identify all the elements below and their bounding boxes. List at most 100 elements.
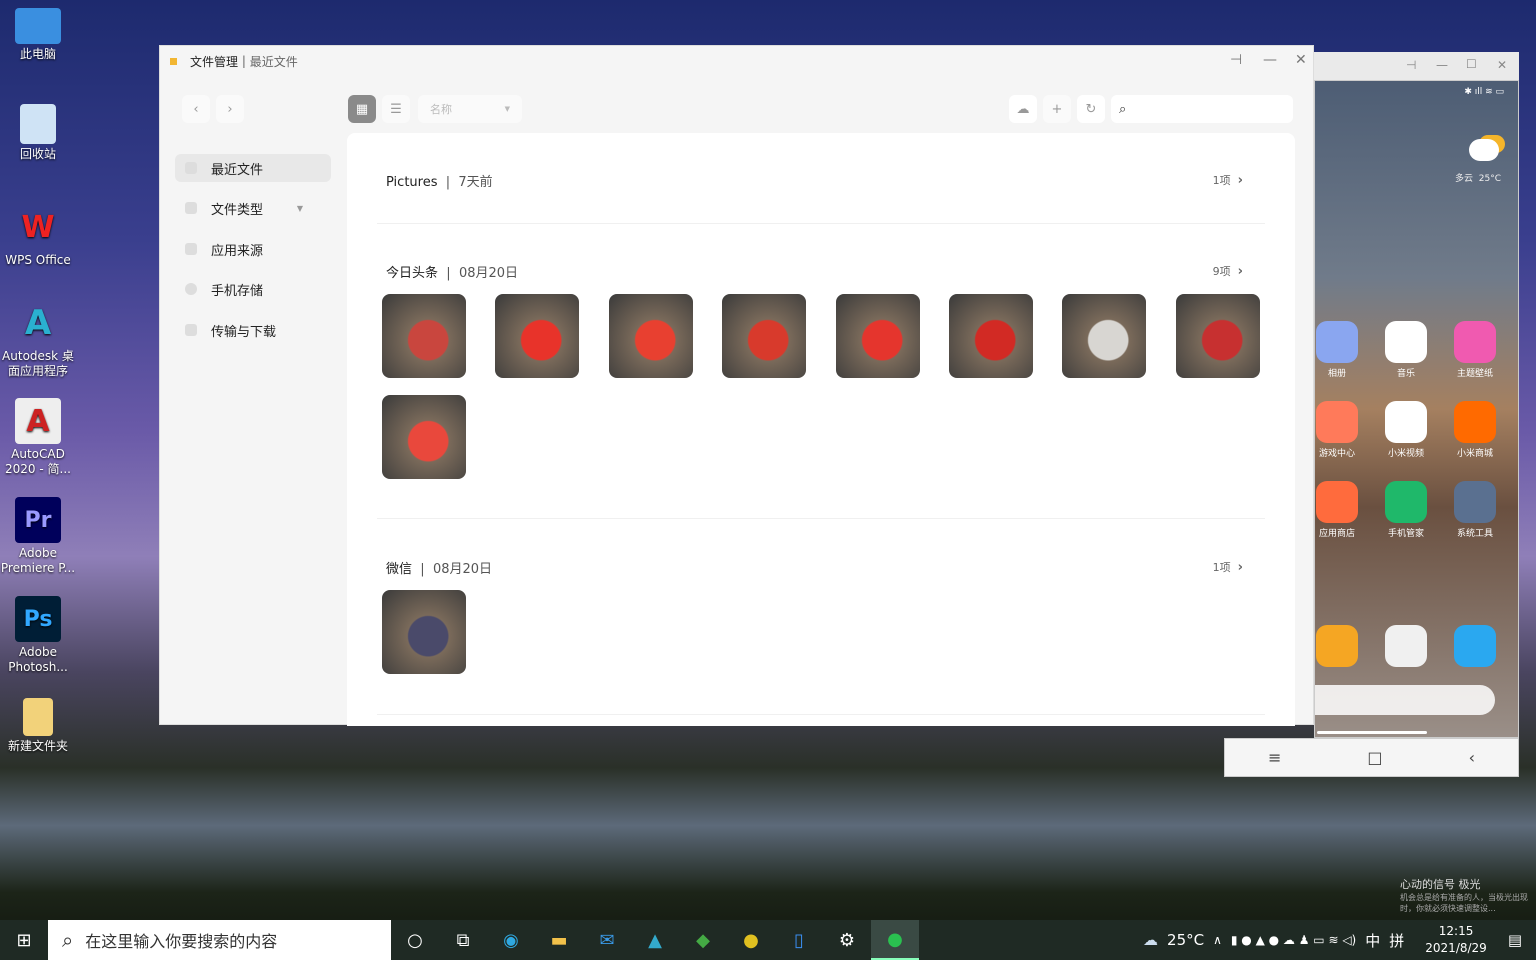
section-header: Pictures | 7天前: [386, 175, 493, 190]
cortana-button[interactable]: ○: [391, 920, 439, 960]
desktop-icon-autodesk[interactable]: A Autodesk 桌面应用程序: [0, 300, 76, 379]
start-button[interactable]: ⊞: [0, 920, 48, 960]
image-thumbnail[interactable]: [949, 294, 1033, 378]
autocad-icon: A: [15, 398, 61, 444]
home-button[interactable]: □: [1367, 748, 1382, 767]
phone-app[interactable]: 游戏中心: [1307, 401, 1367, 459]
desktop-icon-premiere[interactable]: Pr Adobe Premiere P...: [0, 497, 76, 576]
dock-app-icon[interactable]: [1454, 625, 1496, 667]
phone-app[interactable]: 小米商城: [1445, 401, 1505, 459]
desktop-icon-autocad[interactable]: A AutoCAD 2020 - 简...: [0, 398, 76, 477]
back-button[interactable]: ‹: [1469, 748, 1475, 767]
sidebar-item-transfer[interactable]: 传输与下载: [175, 316, 331, 344]
grid-view-button[interactable]: ▦: [348, 95, 376, 123]
sidebar-item-file-types[interactable]: 文件类型 ▼: [175, 194, 331, 222]
home-indicator: [1317, 731, 1427, 734]
image-thumbnail[interactable]: [382, 395, 466, 479]
search-input[interactable]: ⌕: [1111, 95, 1293, 123]
download-icon: [185, 324, 197, 336]
forward-button[interactable]: ›: [216, 95, 244, 123]
wechat-icon[interactable]: ●: [871, 920, 919, 960]
app-icon: [1454, 321, 1496, 363]
wps-icon: W: [21, 209, 55, 245]
folder-icon: [23, 698, 53, 736]
pin-button[interactable]: ⊣: [1230, 52, 1242, 68]
image-thumbnail[interactable]: [495, 294, 580, 378]
phone-nav-bar: ≡ □ ‹: [1224, 738, 1519, 777]
clock-icon: [185, 162, 197, 174]
phone-app[interactable]: 小米视频: [1376, 401, 1436, 459]
notification-center-icon[interactable]: ▤: [1508, 931, 1522, 949]
phone-screen: ✱ ıll ≋ ▭ 多云 25°C 相册 音乐 主题壁纸 游戏中心 小米视频 小米商城 应用…: [1314, 80, 1519, 738]
file-explorer-icon[interactable]: ▬: [535, 920, 583, 960]
desktop-icon-new-folder[interactable]: 新建文件夹: [0, 698, 76, 754]
app-icon: [1316, 401, 1358, 443]
image-thumbnail[interactable]: [1175, 294, 1260, 378]
app-icon: [1454, 481, 1496, 523]
close-button[interactable]: ✕: [1295, 52, 1307, 68]
phone-app[interactable]: 系统工具: [1445, 481, 1505, 539]
section-count-link[interactable]: 1项 ›: [1213, 559, 1243, 575]
pin-button[interactable]: ⊣: [1406, 58, 1416, 72]
app-icon: [1454, 401, 1496, 443]
image-thumbnail[interactable]: [382, 590, 466, 674]
phone-search-bar[interactable]: [1315, 685, 1495, 715]
desktop-icon-recycle-bin[interactable]: 回收站: [0, 104, 76, 162]
section-count-link[interactable]: 9项 ›: [1213, 263, 1243, 279]
photoshop-icon: Ps: [15, 596, 61, 642]
phone-app[interactable]: 相册: [1307, 321, 1367, 379]
task-view-button[interactable]: ⧉: [439, 920, 487, 960]
add-button[interactable]: +: [1043, 95, 1071, 123]
edge-icon[interactable]: ◉: [487, 920, 535, 960]
taskbar: ⊞ ⌕ 在这里输入你要搜索的内容 ○ ⧉ ◉ ▬ ✉ ▲ ◆ ● ▯ ⚙ ● ☁ …: [0, 920, 1536, 960]
sort-dropdown[interactable]: 名称 ▼: [418, 95, 522, 123]
image-thumbnail[interactable]: [722, 294, 807, 378]
image-thumbnail[interactable]: [382, 294, 466, 378]
desktop-icon-photoshop[interactable]: Ps Adobe Photosh...: [0, 596, 76, 675]
autodesk-icon[interactable]: ▲: [631, 920, 679, 960]
app-icon: [170, 57, 177, 65]
phone-link-icon[interactable]: ▯: [775, 920, 823, 960]
mail-icon[interactable]: ✉: [583, 920, 631, 960]
tray-icons[interactable]: ▮ ● ▲ ● ☁ ♟ ▭ ≋ ◁): [1231, 933, 1356, 947]
cloud-button[interactable]: ☁: [1009, 95, 1037, 123]
divider: [377, 518, 1265, 519]
dock-app-icon[interactable]: [1316, 625, 1358, 667]
dock-app-icon[interactable]: [1385, 625, 1427, 667]
divider: [377, 714, 1265, 715]
app-icon[interactable]: ◆: [679, 920, 727, 960]
refresh-button[interactable]: ↻: [1077, 95, 1105, 123]
settings-icon[interactable]: ⚙: [823, 920, 871, 960]
phone-app[interactable]: 主题壁纸: [1445, 321, 1505, 379]
minimize-button[interactable]: —: [1263, 52, 1277, 68]
sidebar-item-app-source[interactable]: 应用来源: [175, 235, 331, 263]
sidebar-item-recent[interactable]: 最近文件: [175, 154, 331, 182]
weather-icon[interactable]: ☁: [1143, 931, 1158, 949]
app-icon: [1316, 481, 1358, 523]
image-thumbnail[interactable]: [1062, 294, 1147, 378]
phone-app[interactable]: 手机管家: [1376, 481, 1436, 539]
minimize-button[interactable]: —: [1436, 58, 1448, 72]
desktop-icon-wps[interactable]: W WPS Office: [0, 204, 76, 268]
menu-button[interactable]: ≡: [1268, 748, 1281, 767]
app-icon-yellow[interactable]: ●: [727, 920, 775, 960]
section-count-link[interactable]: 1项 ›: [1213, 172, 1243, 188]
chevron-down-icon: ▼: [504, 105, 510, 113]
desktop-icon-this-pc[interactable]: 此电脑: [0, 8, 76, 62]
taskbar-search[interactable]: ⌕ 在这里输入你要搜索的内容: [48, 920, 391, 960]
phone-app[interactable]: 音乐: [1376, 321, 1436, 379]
chevron-up-icon[interactable]: ∧: [1213, 933, 1222, 947]
back-button[interactable]: ‹: [182, 95, 210, 123]
phone-app[interactable]: 应用商店: [1307, 481, 1367, 539]
apps-icon: [185, 243, 197, 255]
maximize-button[interactable]: ☐: [1466, 57, 1477, 71]
image-thumbnail[interactable]: [835, 294, 920, 378]
section-header: 今日头条 | 08月20日: [386, 266, 519, 281]
sidebar-item-phone-storage[interactable]: 手机存储: [175, 275, 331, 303]
list-view-button[interactable]: ☰: [382, 95, 410, 123]
premiere-icon: Pr: [15, 497, 61, 543]
clock[interactable]: 12:15 2021/8/29: [1425, 923, 1487, 957]
close-button[interactable]: ✕: [1497, 58, 1507, 72]
image-thumbnail[interactable]: [608, 294, 693, 378]
status-icons: ✱ ıll ≋ ▭: [1464, 87, 1504, 97]
